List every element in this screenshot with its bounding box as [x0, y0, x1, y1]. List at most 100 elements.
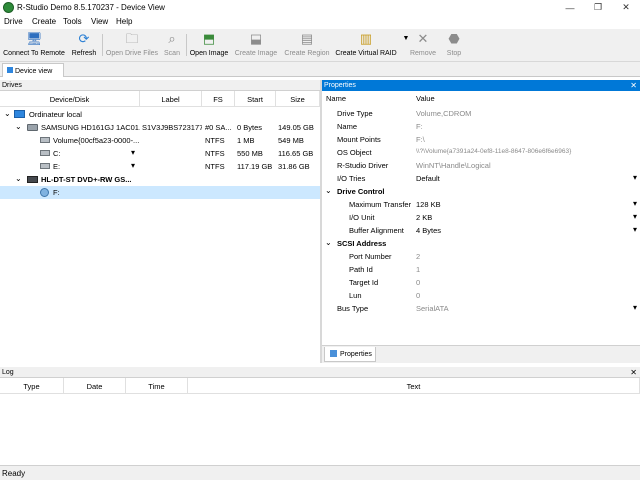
column-type[interactable]: Type — [0, 378, 64, 394]
open-image-icon: ⬒ — [202, 31, 216, 46]
chevron-down-icon[interactable]: ▾ — [633, 225, 637, 234]
collapse-icon[interactable]: ⌄ — [325, 238, 332, 247]
property-name: Bus Type — [337, 304, 369, 313]
chevron-down-icon[interactable]: ▾ — [131, 148, 135, 157]
log-panel: Type Date Time Text — [0, 378, 640, 465]
connect-to-remote-button[interactable]: 🖥 Connect To Remote — [3, 31, 65, 61]
tree-row-dvd-drive[interactable]: ⌄ HL-DT-ST DVD+-RW GS... — [0, 173, 320, 186]
open-drive-files-button[interactable]: 🗀 Open Drive Files — [105, 31, 159, 61]
create-virtual-raid-dropdown[interactable]: ▼ — [398, 31, 410, 61]
window-title: R-Studio Demo 8.5.170237 - Device View — [17, 3, 165, 12]
property-name: Target Id — [349, 278, 379, 287]
tab-properties[interactable]: Properties — [324, 347, 376, 362]
property-row[interactable]: Path Id 1 — [322, 263, 640, 276]
create-region-button[interactable]: ▤ Create Region — [283, 31, 331, 61]
open-image-button[interactable]: ⬒ Open Image — [189, 31, 229, 61]
create-virtual-raid-button[interactable]: ▥ Create Virtual RAID — [334, 31, 398, 61]
drives-panel-header: Drives — [0, 80, 320, 91]
property-value: 1 — [416, 265, 421, 274]
collapse-icon[interactable]: ⌄ — [15, 122, 22, 131]
property-row-buffer-alignment[interactable]: Buffer Alignment 4 Bytes ▾ — [322, 224, 640, 237]
property-row[interactable]: Mount Points F:\ — [322, 133, 640, 146]
property-row[interactable]: Target Id 0 — [322, 276, 640, 289]
property-row[interactable]: Lun 0 — [322, 289, 640, 302]
property-row[interactable]: Name F: — [322, 120, 640, 133]
tree-row-volume[interactable]: Volume{00cf5a23-0000-... NTFS 1 MB 549 M… — [0, 134, 320, 147]
device-fs: NTFS — [205, 149, 225, 158]
property-value: 0 — [416, 291, 421, 300]
close-icon[interactable]: ✕ — [630, 368, 637, 377]
device-start: 550 MB — [237, 149, 263, 158]
property-row[interactable]: Drive Type Volume,CDROM — [322, 107, 640, 120]
properties-panel: Name Value Drive Type Volume,CDROM Name F:… — [322, 91, 640, 345]
device-name: SAMSUNG HD161GJ 1AC01... — [41, 123, 140, 132]
property-group-drive-control[interactable]: ⌄ Drive Control — [322, 185, 640, 198]
property-row-io-tries[interactable]: I/O Tries Default ▾ — [322, 172, 640, 185]
column-fs[interactable]: FS — [202, 91, 235, 107]
app-icon — [3, 2, 14, 13]
property-row[interactable]: Port Number 2 — [322, 250, 640, 263]
property-row[interactable]: R-Studio Driver WinNT\Handle\Logical — [322, 159, 640, 172]
log-panel-header: Log ✕ — [0, 367, 640, 378]
property-name: OS Object — [337, 148, 372, 157]
column-device-disk[interactable]: Device/Disk — [0, 91, 140, 107]
column-start[interactable]: Start — [235, 91, 276, 107]
property-row-bus-type[interactable]: Bus Type SerialATA ▾ — [322, 302, 640, 315]
properties-icon — [330, 350, 337, 357]
device-name: HL-DT-ST DVD+-RW GS... — [41, 175, 132, 184]
menu-drive[interactable]: Drive — [4, 17, 23, 26]
device-name: Ordinateur local — [29, 110, 82, 119]
property-group-scsi-address[interactable]: ⌄ SCSI Address — [322, 237, 640, 250]
folder-icon: 🗀 — [125, 31, 139, 46]
bus-type-select[interactable]: SerialATA — [416, 304, 621, 313]
chevron-down-icon[interactable]: ▾ — [633, 199, 637, 208]
property-name: Maximum Transfer — [349, 200, 412, 209]
tree-row-samsung-disk[interactable]: ⌄ SAMSUNG HD161GJ 1AC01... S1V3J9BS72317… — [0, 121, 320, 134]
chevron-down-icon[interactable]: ▾ — [131, 161, 135, 170]
io-tries-select[interactable]: Default — [416, 174, 621, 183]
remove-button[interactable]: ✕ Remove — [408, 31, 438, 61]
collapse-icon[interactable]: ⌄ — [15, 174, 22, 183]
column-size[interactable]: Size — [276, 91, 320, 107]
property-name: Buffer Alignment — [349, 226, 404, 235]
tree-row-f-drive[interactable]: F: — [0, 186, 320, 199]
cd-icon — [40, 188, 49, 197]
create-image-button[interactable]: ⬓ Create Image — [233, 31, 279, 61]
log-title: Log — [2, 369, 14, 376]
column-label[interactable]: Label — [140, 91, 202, 107]
maximize-button[interactable]: ❐ — [584, 0, 612, 15]
status-bar: Ready — [0, 465, 640, 480]
create-region-icon: ▤ — [300, 31, 314, 46]
menu-create[interactable]: Create — [32, 17, 56, 26]
device-fs: NTFS — [205, 162, 225, 171]
collapse-icon[interactable]: ⌄ — [325, 186, 332, 195]
column-date[interactable]: Date — [64, 378, 126, 394]
io-unit-select[interactable]: 2 KB — [416, 213, 621, 222]
scan-button[interactable]: ⌕ Scan — [160, 31, 184, 61]
column-time[interactable]: Time — [126, 378, 188, 394]
max-transfer-select[interactable]: 128 KB — [416, 200, 621, 209]
menu-help[interactable]: Help — [116, 17, 132, 26]
tree-row-c-drive[interactable]: C: ▾ NTFS 550 MB 116.65 GB — [0, 147, 320, 160]
properties-panel-header: Properties ✕ — [322, 80, 640, 91]
column-text[interactable]: Text — [188, 378, 640, 394]
stop-button[interactable]: ⬣ Stop — [442, 31, 466, 61]
collapse-icon[interactable]: ⌄ — [4, 109, 11, 118]
close-icon[interactable]: ✕ — [630, 81, 637, 90]
chevron-down-icon[interactable]: ▾ — [633, 303, 637, 312]
refresh-button[interactable]: ⟳ Refresh — [68, 31, 100, 61]
minimize-button[interactable]: — — [556, 0, 584, 15]
menu-view[interactable]: View — [91, 17, 108, 26]
property-row-io-unit[interactable]: I/O Unit 2 KB ▾ — [322, 211, 640, 224]
tree-row-local-computer[interactable]: ⌄ Ordinateur local — [0, 108, 320, 121]
menu-tools[interactable]: Tools — [63, 17, 82, 26]
buffer-alignment-select[interactable]: 4 Bytes — [416, 226, 621, 235]
chevron-down-icon[interactable]: ▾ — [633, 212, 637, 221]
close-button[interactable]: ✕ — [612, 0, 640, 15]
property-name: Path Id — [349, 265, 373, 274]
property-row[interactable]: OS Object \\?\Volume{a7391a24-0ef8-11e8-8… — [322, 146, 640, 159]
tree-row-e-drive[interactable]: E: ▾ NTFS 117.19 GB 31.86 GB — [0, 160, 320, 173]
property-row-max-transfer[interactable]: Maximum Transfer 128 KB ▾ — [322, 198, 640, 211]
tab-device-view[interactable]: Device view — [2, 63, 64, 77]
chevron-down-icon[interactable]: ▾ — [633, 173, 637, 182]
